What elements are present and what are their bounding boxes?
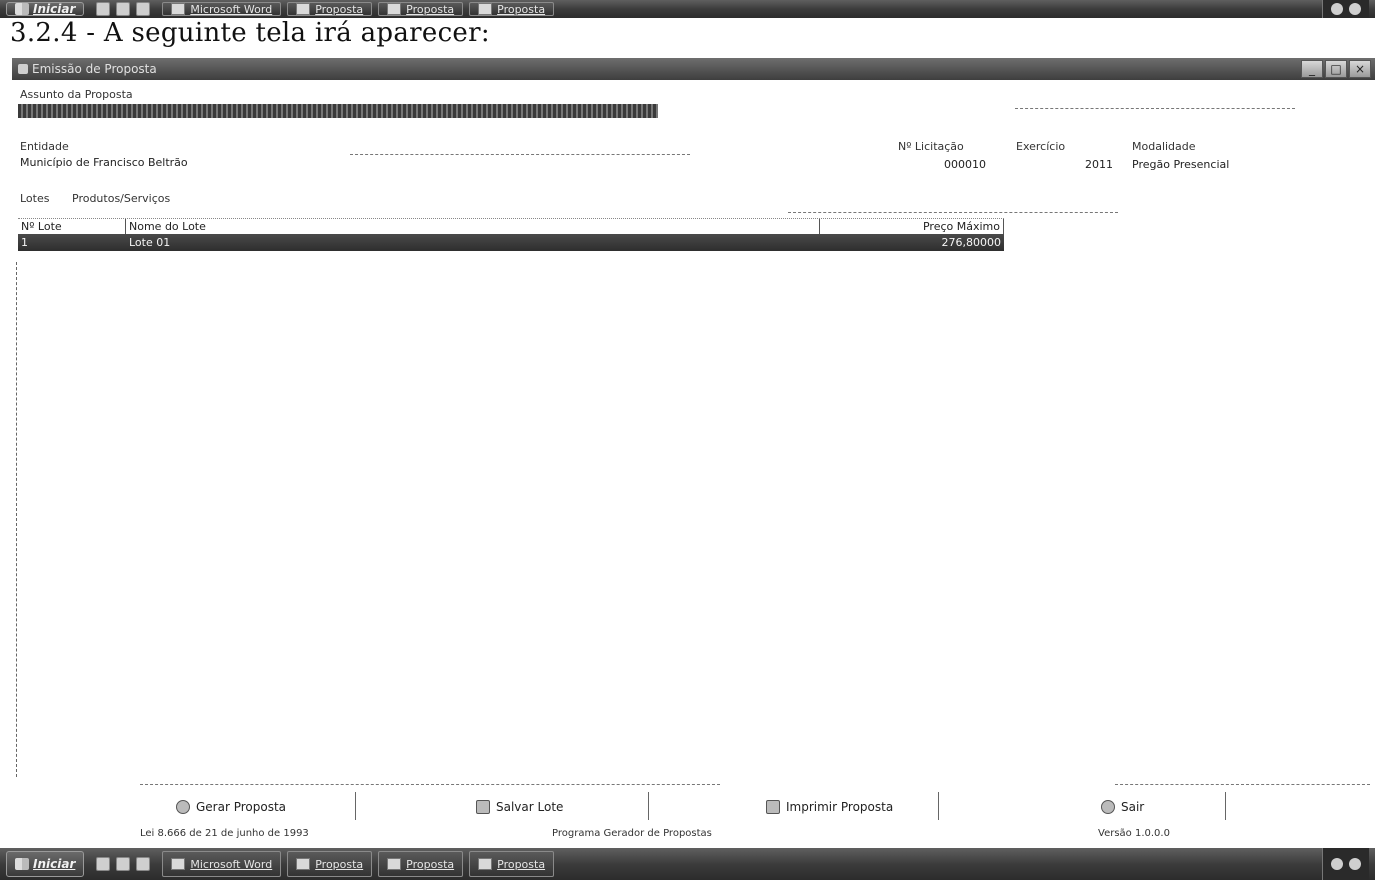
status-left: Lei 8.666 de 21 de junho de 1993 — [140, 828, 309, 839]
licitacao-value: 000010 — [944, 158, 986, 171]
status-version: Versão 1.0.0.0 — [1098, 828, 1170, 839]
print-icon — [766, 800, 780, 814]
generate-icon — [176, 800, 190, 814]
app-icon — [387, 2, 402, 15]
app-icon — [387, 858, 402, 870]
buttons-divider-right — [1115, 784, 1370, 785]
table-row[interactable]: 1 Lote 01 276,80000 — [18, 234, 1004, 251]
button-separator — [648, 792, 649, 820]
sair-button[interactable]: Sair — [1095, 794, 1150, 820]
window-titlebar[interactable]: Emissão de Proposta _ □ × — [12, 58, 1375, 80]
taskbar-item-proposta-2[interactable]: Proposta — [378, 1, 464, 17]
entity-value: Município de Francisco Beltrão — [20, 156, 188, 169]
exercicio-label: Exercício — [1016, 140, 1066, 153]
folder-icon[interactable] — [136, 2, 151, 16]
button-separator — [355, 792, 356, 820]
button-separator — [938, 792, 939, 820]
modalidade-label: Modalidade — [1132, 140, 1196, 153]
taskbar-item-proposta-3[interactable]: Proposta — [469, 851, 555, 877]
app-icon — [296, 858, 311, 870]
browser-icon[interactable] — [116, 2, 131, 16]
tab-produtos-servicos[interactable]: Produtos/Serviços — [72, 192, 170, 205]
header-preco-maximo[interactable]: Preço Máximo — [820, 219, 1004, 234]
app-icon — [478, 2, 493, 15]
action-button-row: Gerar Proposta Salvar Lote Imprimir Prop… — [0, 790, 1375, 822]
quick-launch — [96, 857, 151, 871]
bottom-taskbar: Iniciar Microsoft Word Proposta Proposta… — [0, 848, 1375, 880]
salvar-lote-button[interactable]: Salvar Lote — [470, 794, 569, 820]
window-controls: _ □ × — [1301, 60, 1375, 78]
top-taskbar: Iniciar Microsoft Word Proposta Proposta… — [0, 0, 1375, 18]
buttons-divider-left — [140, 784, 720, 785]
windows-logo-icon — [15, 3, 29, 15]
word-icon — [171, 858, 186, 870]
cell-preco-maximo: 276,80000 — [941, 236, 1002, 249]
taskbar-item-proposta-3[interactable]: Proposta — [469, 1, 555, 17]
window-title: Emissão de Proposta — [32, 62, 157, 76]
entity-divider — [350, 154, 690, 155]
window-app-icon — [18, 64, 28, 74]
licitacao-label: Nº Licitação — [898, 140, 964, 153]
subject-input[interactable] — [18, 104, 658, 118]
desktop-icon[interactable] — [96, 2, 111, 16]
status-center: Programa Gerador de Propostas — [552, 828, 712, 839]
document-caption: 3.2.4 - A seguinte tela irá aparecer: — [10, 18, 490, 48]
imprimir-proposta-button[interactable]: Imprimir Proposta — [760, 794, 899, 820]
lot-table-header: Nº Lote Nome do Lote Preço Máximo — [18, 218, 1004, 234]
desktop-icon[interactable] — [96, 857, 111, 871]
exercicio-value: 2011 — [1085, 158, 1113, 171]
taskbar-item-proposta-1[interactable]: Proposta — [287, 1, 373, 17]
cell-numero-lote: 1 — [21, 236, 28, 249]
network-icon[interactable] — [1331, 3, 1343, 15]
exit-icon — [1101, 800, 1115, 814]
minimize-button[interactable]: _ — [1301, 60, 1323, 78]
start-label: Iniciar — [33, 2, 76, 16]
tabs-divider — [788, 212, 1118, 213]
app-icon — [296, 2, 311, 15]
cell-nome-lote: Lote 01 — [129, 236, 171, 249]
start-button[interactable]: Iniciar — [6, 1, 85, 17]
entity-label: Entidade — [20, 140, 69, 153]
word-icon — [171, 2, 186, 15]
close-button[interactable]: × — [1349, 60, 1371, 78]
taskbar-item-word[interactable]: Microsoft Word — [162, 1, 282, 17]
save-icon — [476, 800, 490, 814]
browser-icon[interactable] — [116, 857, 131, 871]
start-label: Iniciar — [33, 857, 76, 871]
modalidade-value[interactable]: Pregão Presencial — [1132, 158, 1229, 171]
taskbar-item-proposta-1[interactable]: Proposta — [287, 851, 373, 877]
product-list-area — [16, 262, 1366, 777]
header-numero-lote[interactable]: Nº Lote — [18, 219, 126, 234]
lot-table: Nº Lote Nome do Lote Preço Máximo 1 Lote… — [18, 218, 1004, 251]
maximize-button[interactable]: □ — [1325, 60, 1347, 78]
quick-launch — [96, 2, 151, 16]
app-icon — [478, 858, 493, 870]
windows-logo-icon — [15, 858, 29, 870]
volume-icon[interactable] — [1349, 858, 1361, 870]
system-tray — [1322, 848, 1369, 880]
start-button[interactable]: Iniciar — [6, 851, 85, 877]
lotes-label: Lotes — [20, 192, 50, 205]
header-nome-lote[interactable]: Nome do Lote — [126, 219, 820, 234]
button-separator — [1225, 792, 1226, 820]
subject-divider — [1015, 108, 1295, 109]
volume-icon[interactable] — [1349, 3, 1361, 15]
folder-icon[interactable] — [136, 857, 151, 871]
taskbar-item-word[interactable]: Microsoft Word — [162, 851, 282, 877]
gerar-proposta-button[interactable]: Gerar Proposta — [170, 794, 292, 820]
system-tray — [1322, 0, 1369, 18]
network-icon[interactable] — [1331, 858, 1343, 870]
subject-label: Assunto da Proposta — [20, 88, 133, 101]
taskbar-item-proposta-2[interactable]: Proposta — [378, 851, 464, 877]
